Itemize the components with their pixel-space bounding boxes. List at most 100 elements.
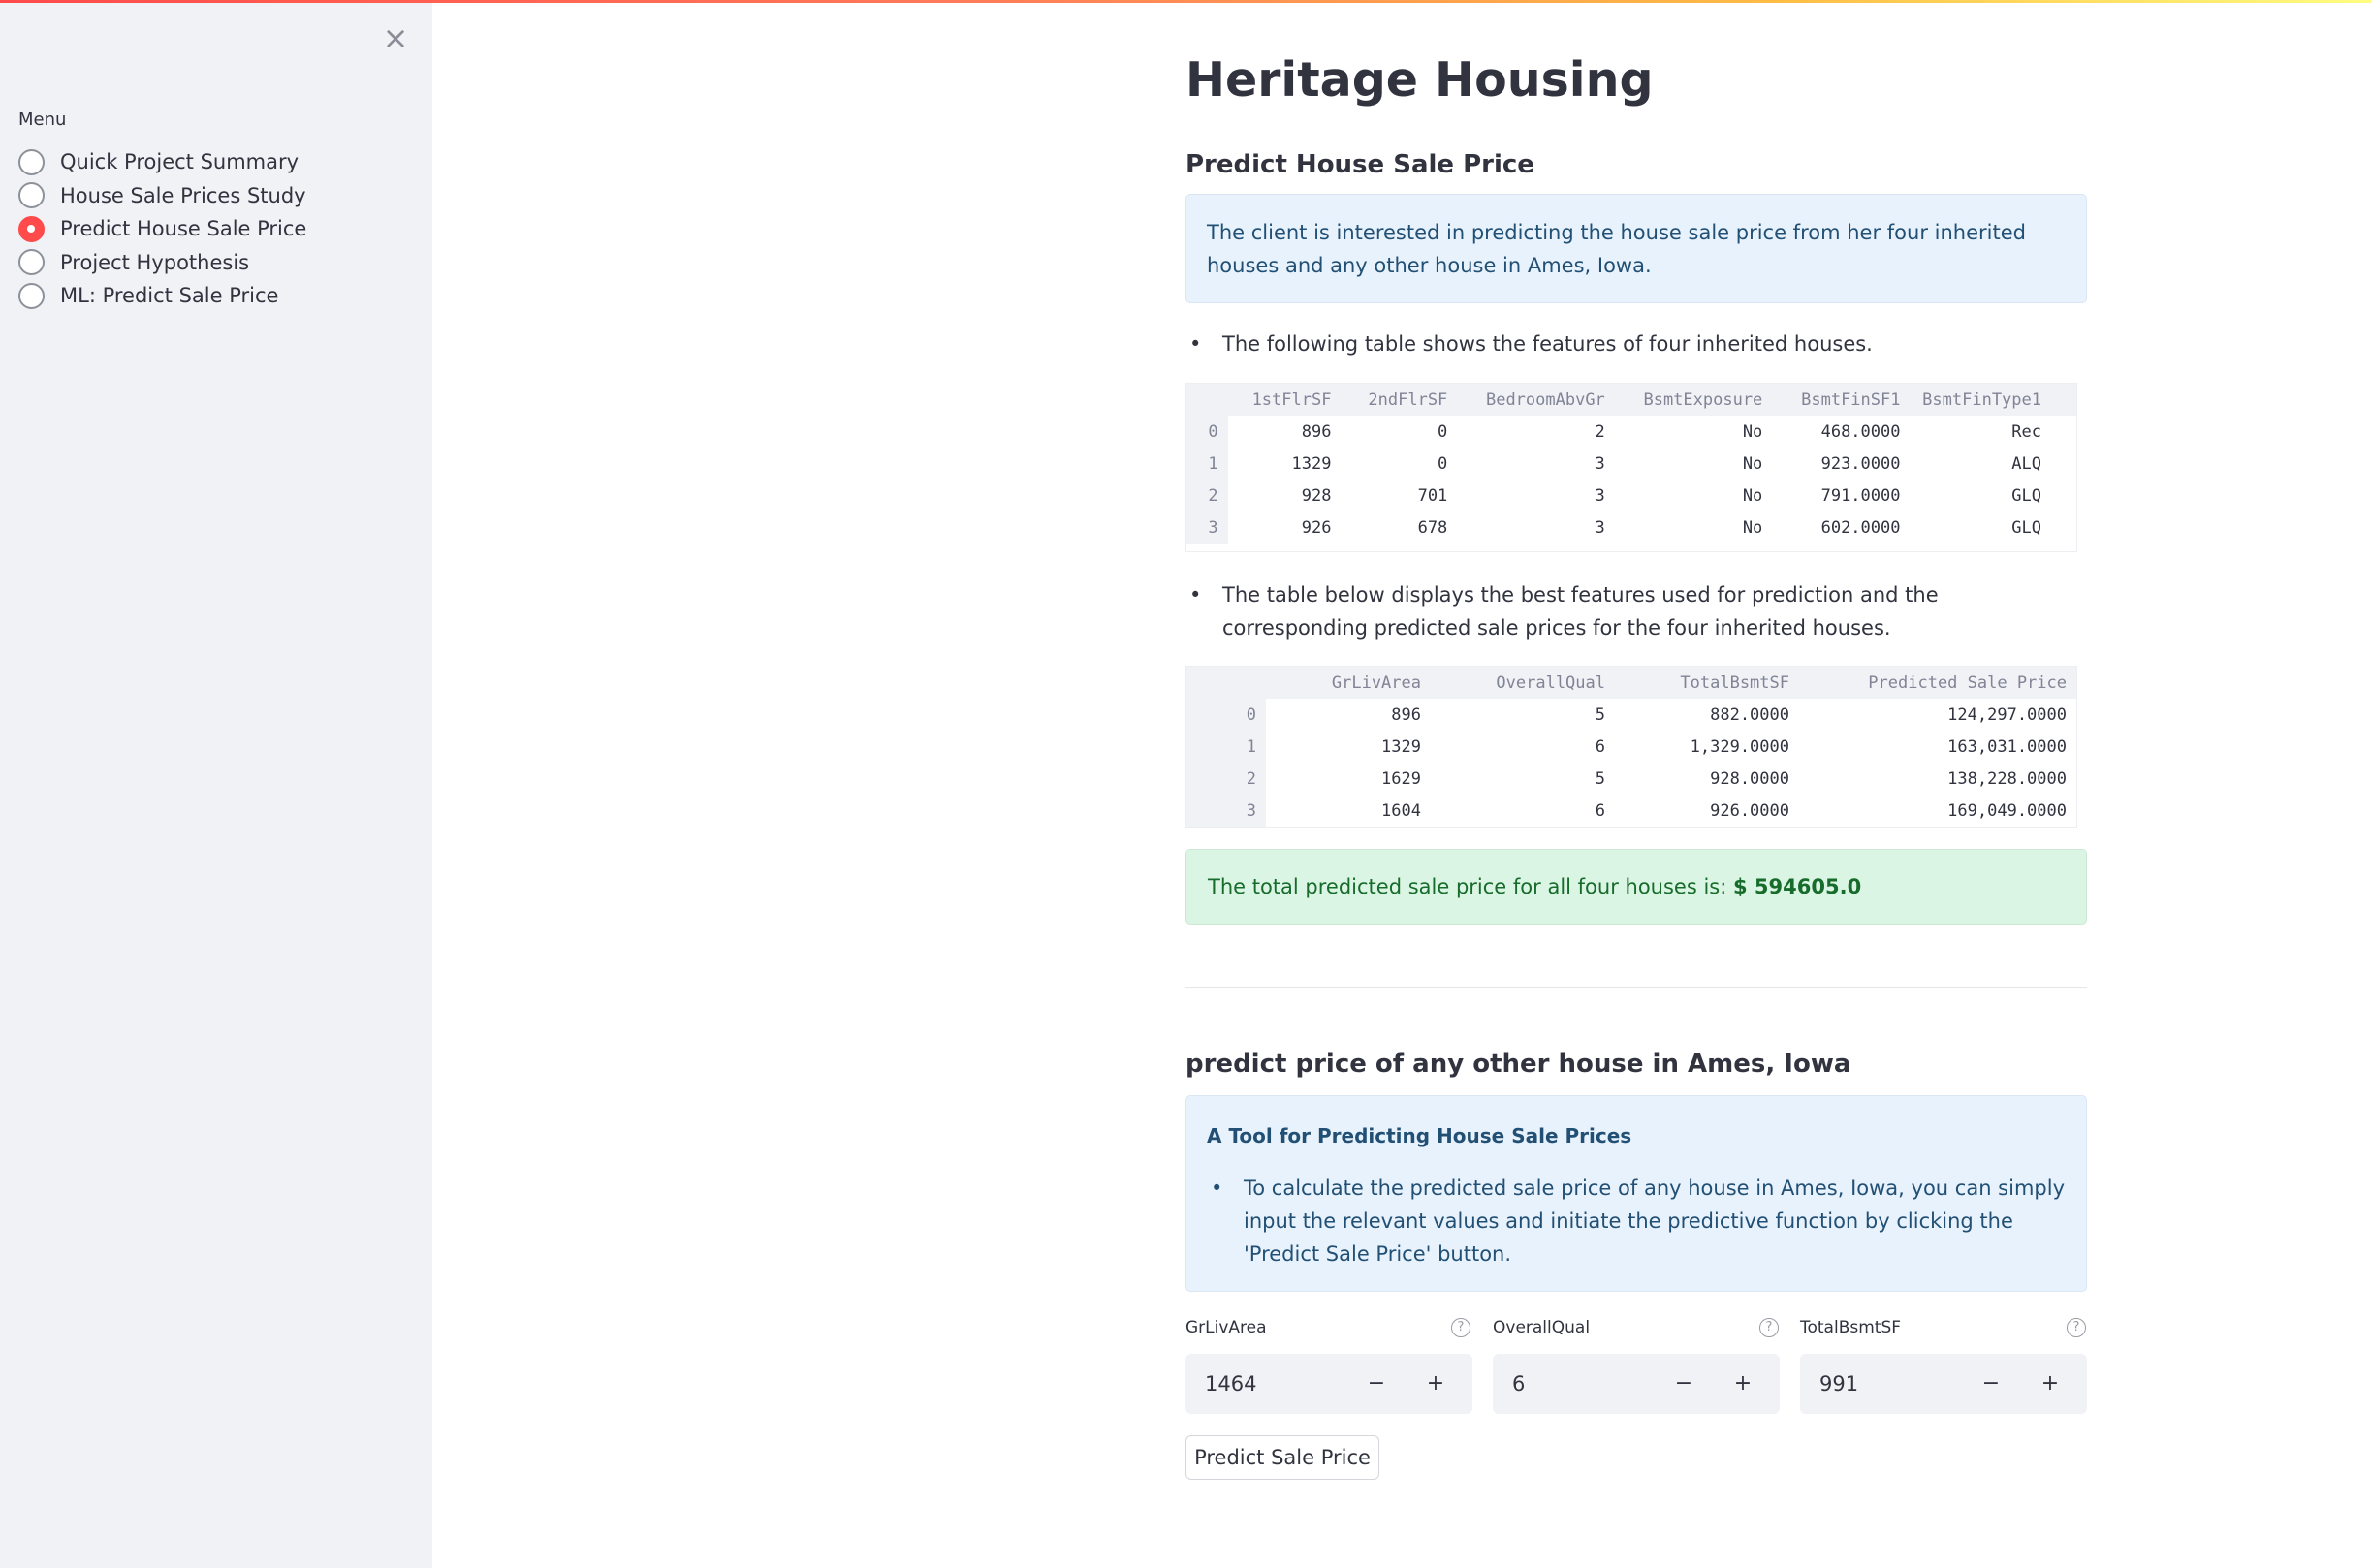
table-row: 0 896 5 882.0000 124,297.0000 — [1186, 699, 2076, 731]
tool-text: To calculate the predicted sale price of… — [1244, 1176, 2066, 1266]
help-icon[interactable]: ? — [2067, 1318, 2086, 1337]
column-header[interactable]: BsmtFinType1 — [1910, 384, 2076, 416]
table-cell: 5 — [1595, 705, 1605, 725]
row-index: 0 — [1186, 699, 1266, 731]
input-label-grlivarea: GrLivArea — [1186, 1318, 1267, 1337]
menu-label: Menu — [18, 110, 67, 130]
tool-info-alert: A Tool for Predicting House Sale Prices … — [1186, 1095, 2087, 1292]
predictions-table[interactable]: GrLivArea OverallQual TotalBsmtSF Predic… — [1186, 666, 2077, 828]
input-label-overallqual: OverallQual — [1493, 1318, 1591, 1337]
column-header[interactable]: TotalBsmtSF — [1615, 667, 1799, 699]
overallqual-number-input[interactable]: 6 − + — [1493, 1354, 1780, 1414]
tool-title: A Tool for Predicting House Sale Prices — [1207, 1124, 1632, 1147]
divider — [1186, 987, 2087, 988]
menu-item-label: Predict House Sale Price — [60, 217, 307, 241]
row-index: 3 — [1186, 512, 1228, 544]
number-input-value[interactable]: 6 — [1512, 1354, 1525, 1414]
table-cell: 0 — [1438, 454, 1448, 474]
help-icon[interactable]: ? — [1451, 1318, 1470, 1337]
table-header-row: GrLivArea OverallQual TotalBsmtSF Predic… — [1186, 667, 2076, 699]
table-cell: 5 — [1595, 768, 1605, 789]
table-row: 2 928 701 3 No 791.0000 GLQ — [1186, 480, 2076, 512]
row-index: 2 — [1186, 480, 1228, 512]
menu-item-quick-project-summary[interactable]: Quick Project Summary — [18, 145, 306, 179]
table-row: 2 1629 5 928.0000 138,228.0000 — [1186, 763, 2076, 795]
radio-icon[interactable] — [18, 282, 45, 309]
increment-icon[interactable]: + — [1421, 1354, 1450, 1414]
info-alert: The client is interested in predicting t… — [1186, 194, 2087, 303]
menu-item-label: Project Hypothesis — [60, 250, 250, 274]
table-cell: 124,297.0000 — [1947, 705, 2067, 725]
totalbsmtsf-number-input[interactable]: 991 − + — [1800, 1354, 2087, 1414]
table-cell: 896 — [1301, 422, 1332, 442]
table-row: 1 1329 0 3 No 923.0000 ALQ — [1186, 448, 2076, 480]
table-cell: 169,049.0000 — [1947, 800, 2067, 821]
menu-item-house-sale-prices-study[interactable]: House Sale Prices Study — [18, 179, 306, 213]
table-cell: 6 — [1595, 737, 1605, 757]
row-index: 3 — [1186, 795, 1266, 827]
table-cell: 1,329.0000 — [1690, 737, 1789, 757]
table-cell: 3 — [1595, 517, 1605, 538]
radio-icon[interactable] — [18, 182, 45, 209]
column-header[interactable]: OverallQual — [1431, 667, 1615, 699]
decrement-icon[interactable]: − — [1669, 1354, 1698, 1414]
table-cell: 928.0000 — [1710, 768, 1789, 789]
table-cell: 138,228.0000 — [1947, 768, 2067, 789]
total-prefix: The total predicted sale price for all f… — [1208, 875, 1733, 898]
row-index: 0 — [1186, 416, 1228, 448]
input-label-totalbsmtsf: TotalBsmtSF — [1800, 1318, 1902, 1337]
sidebar: × Menu Quick Project Summary House Sale … — [0, 3, 432, 1568]
table-cell: 3 — [1595, 486, 1605, 506]
menu-item-predict-house-sale-price[interactable]: Predict House Sale Price — [18, 212, 306, 246]
column-header[interactable]: BedroomAbvGr — [1457, 384, 1615, 416]
decrement-icon[interactable]: − — [1362, 1354, 1391, 1414]
menu-radio-group: Quick Project Summary House Sale Prices … — [18, 145, 306, 313]
predict-sale-price-button[interactable]: Predict Sale Price — [1186, 1435, 1379, 1480]
table-cell: GLQ — [2011, 486, 2041, 506]
table-cell: No — [1742, 422, 1763, 442]
increment-icon[interactable]: + — [2036, 1354, 2065, 1414]
close-sidebar-icon[interactable]: × — [380, 20, 411, 55]
predictions-dataframe: GrLivArea OverallQual TotalBsmtSF Predic… — [1186, 667, 2076, 827]
table-cell: 791.0000 — [1820, 486, 1901, 506]
table-cell: 1604 — [1381, 800, 1421, 821]
increment-icon[interactable]: + — [1728, 1354, 1757, 1414]
table-cell: 896 — [1391, 705, 1421, 725]
help-icon[interactable]: ? — [1759, 1318, 1779, 1337]
table-row: 3 926 678 3 No 602.0000 GLQ — [1186, 512, 2076, 544]
decrement-icon[interactable]: − — [1976, 1354, 2006, 1414]
table-cell: 0 — [1438, 422, 1448, 442]
row-index: 2 — [1186, 763, 1266, 795]
table-cell: 3 — [1595, 454, 1605, 474]
number-input-value[interactable]: 991 — [1819, 1354, 1858, 1414]
number-input-value[interactable]: 1464 — [1205, 1354, 1256, 1414]
table-cell: 1329 — [1291, 454, 1332, 474]
column-header[interactable]: Predicted Sale Price — [1799, 667, 2076, 699]
section-title: predict price of any other house in Ames… — [1186, 1050, 1851, 1079]
row-index: 1 — [1186, 731, 1266, 763]
column-header[interactable]: 2ndFlrSF — [1341, 384, 1458, 416]
menu-item-label: ML: Predict Sale Price — [60, 284, 279, 308]
section-title: Predict House Sale Price — [1186, 150, 1534, 179]
grlivarea-number-input[interactable]: 1464 − + — [1186, 1354, 1472, 1414]
column-header[interactable]: 1stFlrSF — [1227, 384, 1342, 416]
features-table[interactable]: 1stFlrSF 2ndFlrSF BedroomAbvGr BsmtExpos… — [1186, 383, 2077, 552]
column-header[interactable]: GrLivArea — [1266, 667, 1431, 699]
table-cell: 926 — [1301, 517, 1332, 538]
column-header[interactable]: BsmtFinSF1 — [1772, 384, 1911, 416]
table-cell: 701 — [1417, 486, 1448, 506]
radio-icon[interactable] — [18, 148, 45, 175]
total-value: $ 594605.0 — [1733, 875, 1862, 898]
menu-item-ml-predict-sale-price[interactable]: ML: Predict Sale Price — [18, 279, 306, 313]
radio-icon[interactable] — [18, 249, 45, 276]
success-alert: The total predicted sale price for all f… — [1186, 849, 2087, 925]
menu-item-project-hypothesis[interactable]: Project Hypothesis — [18, 246, 306, 280]
radio-selected-icon[interactable] — [18, 215, 45, 242]
table-cell: 6 — [1595, 800, 1605, 821]
table-cell: 468.0000 — [1820, 422, 1901, 442]
table-cell: GLQ — [2011, 517, 2041, 538]
table-cell: 1329 — [1381, 737, 1421, 757]
column-header[interactable]: BsmtExposure — [1614, 384, 1773, 416]
table-cell: 163,031.0000 — [1947, 737, 2067, 757]
page-title: Heritage Housing — [1186, 52, 1654, 108]
